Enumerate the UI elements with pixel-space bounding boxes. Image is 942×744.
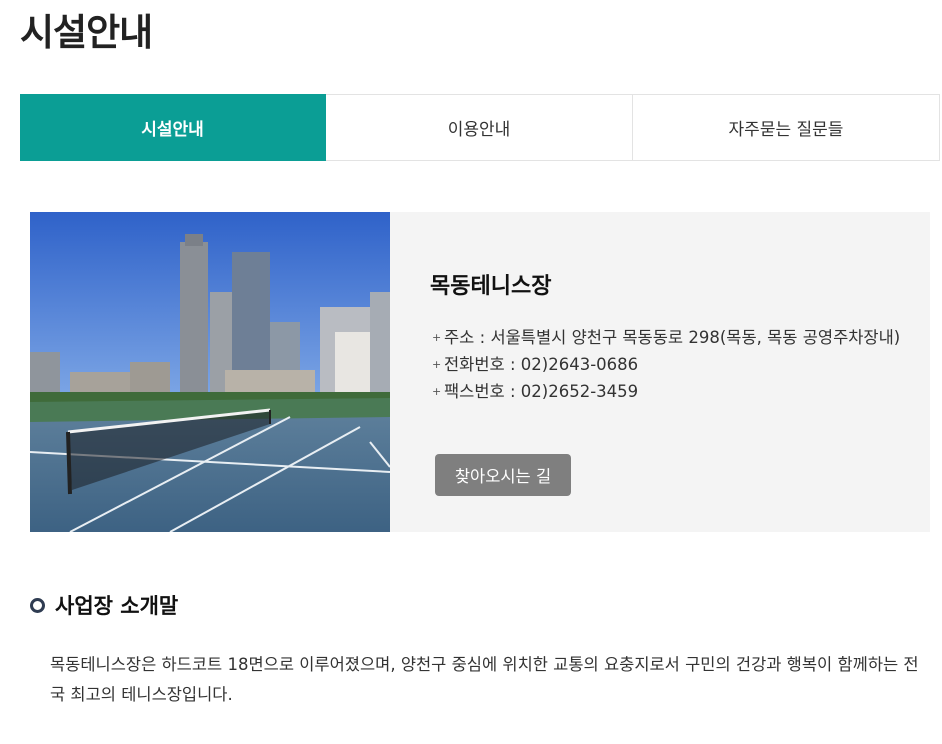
bullet-icon: + [432,385,442,398]
facility-name: 목동테니스장 [430,274,552,299]
address-label: 주소 [444,328,475,347]
bullet-icon: + [432,331,442,344]
directions-button[interactable]: 찾아오시는 길 [435,454,571,496]
facility-details: + 주소 : 서울특별시 양천구 목동동로 298(목동, 목동 공영주차장내)… [430,324,910,405]
tab-usage-info[interactable]: 이용안내 [326,94,633,161]
tab-facility-info[interactable]: 시설안내 [20,94,326,161]
address-item: + 주소 : 서울특별시 양천구 목동동로 298(목동, 목동 공영주차장내) [430,324,910,351]
circle-bullet-icon [30,597,45,613]
facility-photo [30,212,390,532]
fax-item: + 팩스번호 : 02)2652-3459 [430,378,910,405]
intro-heading: 사업장 소개말 [30,590,178,620]
facility-tabs: 시설안내 이용안내 자주묻는 질문들 [20,94,940,161]
address-value: 서울특별시 양천구 목동동로 298(목동, 목동 공영주차장내) [490,328,901,347]
fax-label: 팩스번호 [444,382,505,401]
intro-heading-text: 사업장 소개말 [55,594,179,618]
phone-label: 전화번호 [444,355,505,374]
facility-card: 목동테니스장 + 주소 : 서울특별시 양천구 목동동로 298(목동, 목동 … [30,212,930,532]
phone-item: + 전화번호 : 02)2643-0686 [430,351,910,378]
intro-text: 목동테니스장은 하드코트 18면으로 이루어졌으며, 양천구 중심에 위치한 교… [50,655,919,704]
page-title: 시설안내 [20,11,153,54]
fax-value: 02)2652-3459 [520,382,639,401]
phone-value: 02)2643-0686 [520,355,639,374]
bullet-icon: + [432,358,442,371]
tab-faq[interactable]: 자주묻는 질문들 [633,94,940,161]
